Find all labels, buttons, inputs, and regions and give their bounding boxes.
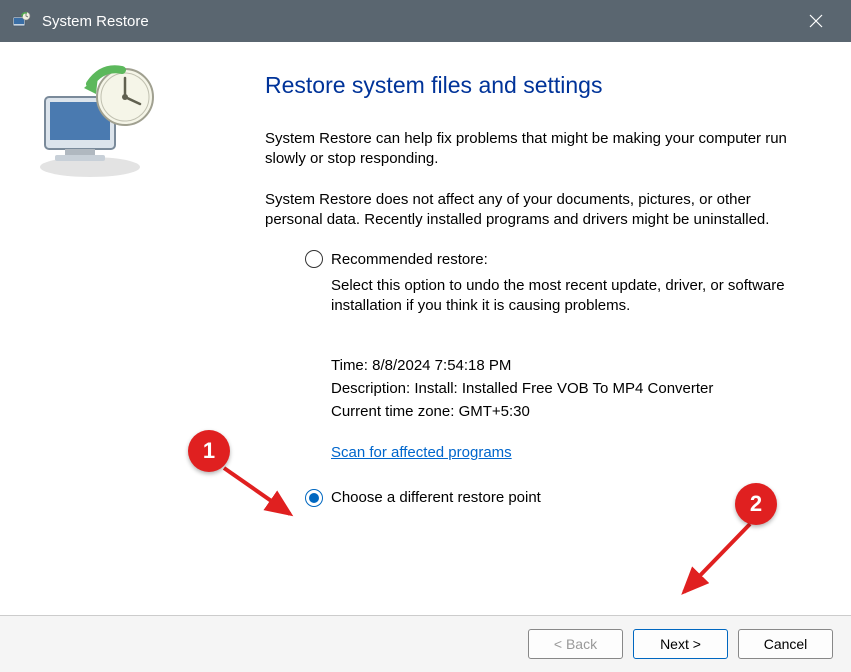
page-heading: Restore system files and settings [265,72,811,99]
footer: < Back Next > Cancel [0,616,851,672]
main-panel: Restore system files and settings System… [190,42,851,615]
info-time: Time: 8/8/2024 7:54:18 PM [331,357,811,374]
annotation-badge-2: 2 [735,483,777,525]
sidebar [0,42,190,615]
radio-recommended[interactable] [305,250,323,268]
annotation-badge-1: 1 [188,430,230,472]
info-timezone: Current time zone: GMT+5:30 [331,403,811,420]
cancel-button[interactable]: Cancel [738,629,833,659]
titlebar: System Restore [0,0,851,42]
app-icon [10,10,32,32]
intro-paragraph-1: System Restore can help fix problems tha… [265,129,811,170]
recommended-restore-option[interactable]: Recommended restore: Select this option … [305,250,811,317]
radio-different-point-label: Choose a different restore point [331,489,541,506]
close-button[interactable] [793,0,839,42]
window-title: System Restore [42,13,149,30]
restore-illustration [30,62,160,182]
content-area: Restore system files and settings System… [0,42,851,616]
intro-paragraph-2: System Restore does not affect any of yo… [265,190,811,231]
info-description: Description: Install: Installed Free VOB… [331,380,811,397]
scan-affected-programs-link[interactable]: Scan for affected programs [331,444,512,461]
radio-recommended-desc: Select this option to undo the most rece… [331,276,811,317]
restore-info-block: Time: 8/8/2024 7:54:18 PM Description: I… [331,357,811,420]
next-button[interactable]: Next > [633,629,728,659]
radio-different-point[interactable] [305,489,323,507]
radio-recommended-label: Recommended restore: [331,251,488,268]
back-button[interactable]: < Back [528,629,623,659]
